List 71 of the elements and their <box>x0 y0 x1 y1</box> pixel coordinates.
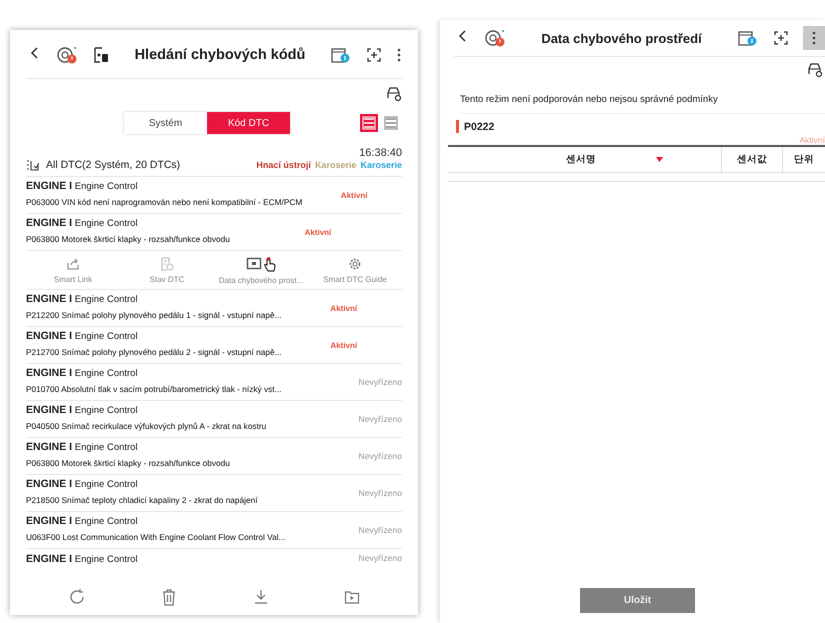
dtc-list-item[interactable]: ENGINE I Engine Control U063F00 Lost Communication With Engine Coolant Flow Control Val... Nevyřízeno <box>26 512 402 549</box>
dtc-status: Nevyřízeno <box>358 525 402 535</box>
module-name: ENGINE I Engine Control <box>26 180 139 192</box>
status-message: Tento režim není podporován nebo nejsou správné podmínky <box>460 94 825 114</box>
dtc-status: Nevyřízeno <box>358 553 402 563</box>
dtc-description: P063800 Motorek škrticí klapky - rozsah/funkce obvodu <box>26 234 230 245</box>
download-icon[interactable] <box>252 589 269 605</box>
module-name: ENGINE I Engine Control <box>26 330 139 342</box>
dtc-description: P212200 Snímač polohy plynového pedálu 1 - signál - vstupní napě... <box>26 310 282 321</box>
sort-icon[interactable] <box>656 157 664 162</box>
dtc-status: Nevyřízeno <box>358 451 402 461</box>
refresh-icon[interactable] <box>68 588 86 606</box>
dtc-code: P0222 <box>464 120 494 132</box>
folder-play-icon[interactable] <box>344 589 360 605</box>
category-filter[interactable]: Hnací ústrojí <box>256 160 311 170</box>
scan-icon[interactable] <box>773 30 789 46</box>
dtc-list-item[interactable]: ENGINE I Engine Control P218500 Snímač teploty chladicí kapaliny 2 - zkrat do napájení Nevyřízeno <box>26 475 402 512</box>
column-header[interactable]: 센서명 <box>448 147 722 172</box>
module-name: ENGINE I Engine Control <box>26 367 139 379</box>
dtc-list-item[interactable]: ENGINE I Engine Control Nevyřízeno <box>26 549 402 577</box>
dtc-summary: All DTC(2 Systém, 20 DTCs) <box>46 159 180 171</box>
dtc-description: P010700 Absolutní tlak v sacím potrubí/barometrický tlak - nízký vst... <box>26 384 282 395</box>
compact-view-icon[interactable] <box>382 114 400 132</box>
car-diagnostic-icon[interactable] <box>484 28 506 48</box>
dtc-status: Nevyřízeno <box>358 488 402 498</box>
dtc-status: Nevyřízeno <box>358 377 402 387</box>
module-name: ENGINE I Engine Control <box>26 478 139 490</box>
module-name: ENGINE I Engine Control <box>26 293 139 305</box>
dtc-list-item[interactable]: ENGINE I Engine Control P212200 Snímač polohy plynového pedálu 1 - signál - vstupní napě... Aktivní <box>26 290 402 327</box>
dtc-description: P218500 Snímač teploty chladicí kapaliny 2 - zkrat do napájení <box>26 495 258 506</box>
dtc-list-item[interactable]: ENGINE I Engine Control P063800 Motorek škrticí klapky - rozsah/funkce obvodu Nevyřízeno <box>26 438 402 475</box>
back-icon[interactable] <box>30 46 40 60</box>
share-icon <box>66 256 80 270</box>
document-status-icon <box>160 256 174 270</box>
back-icon[interactable] <box>458 28 468 42</box>
screen-title: Hledání chybových kódů <box>134 47 306 63</box>
gear-icon <box>348 256 362 270</box>
checklist-icon[interactable] <box>26 159 39 171</box>
trash-icon[interactable] <box>161 588 178 606</box>
segment-tab[interactable]: Kód DTC <box>207 112 290 134</box>
dtc-description: U063F00 Lost Communication With Engine Coolant Flow Control Val... <box>26 532 286 543</box>
screen-title: Data chybového prostředí <box>540 30 703 46</box>
dtc-list-item[interactable]: ENGINE I Engine Control P212700 Snímač polohy plynového pedálu 2 - signál - vstupní napě... Aktivní <box>26 327 402 364</box>
dtc-description: P063800 Motorek škrticí klapky - rozsah/funkce obvodu <box>26 458 230 469</box>
more-menu-icon[interactable] <box>396 47 402 63</box>
dtc-list-item[interactable]: ENGINE I Engine Control P010700 Absolutní tlak v sacím potrubí/barometrický tlak - nízký vst... Nevyřízeno <box>26 364 402 401</box>
segment-tab[interactable]: Systém <box>124 112 207 134</box>
dtc-status: Aktivní <box>799 135 825 145</box>
dtc-list-item[interactable]: ENGINE I Engine Control P040500 Snímač recirkulace výfukových plynů A - zkrat na kostru Nevyřízeno <box>26 401 402 438</box>
car-icon[interactable] <box>807 62 823 78</box>
screen-icon <box>246 256 262 270</box>
module-name: ENGINE I Engine Control <box>26 404 139 416</box>
list-view-icon[interactable] <box>360 114 378 132</box>
column-header[interactable]: 센서값 <box>722 147 784 172</box>
module-name: ENGINE I Engine Control <box>26 553 139 565</box>
timestamp: 16:38:40 <box>358 147 402 159</box>
column-header[interactable]: 단위 <box>783 147 825 172</box>
car-icon[interactable] <box>386 86 402 102</box>
car-diagnostic-icon[interactable] <box>56 45 78 65</box>
module-name: ENGINE I Engine Control <box>26 441 139 453</box>
dtc-description: P063000 VIN kód není naprogramován nebo není kompatibilní - ECM/PCM <box>26 197 302 208</box>
more-menu-icon[interactable] <box>811 30 817 46</box>
scan-icon[interactable] <box>366 47 382 63</box>
document-icon[interactable] <box>92 45 110 65</box>
module-name: ENGINE I Engine Control <box>26 515 139 527</box>
tapping-hand-icon <box>264 256 276 272</box>
dtc-description: P212700 Snímač polohy plynového pedálu 2 - signál - vstupní napě... <box>26 347 282 358</box>
dtc-description: P040500 Snímač recirkulace výfukových plynů A - zkrat na kostru <box>26 421 266 432</box>
dtc-status: Nevyřízeno <box>358 414 402 424</box>
module-name: ENGINE I Engine Control <box>26 217 139 229</box>
dtc-list-item[interactable]: ENGINE I Engine Control P063000 VIN kód není naprogramován nebo není kompatibilní - ECM/PCM Aktivní <box>26 177 402 214</box>
